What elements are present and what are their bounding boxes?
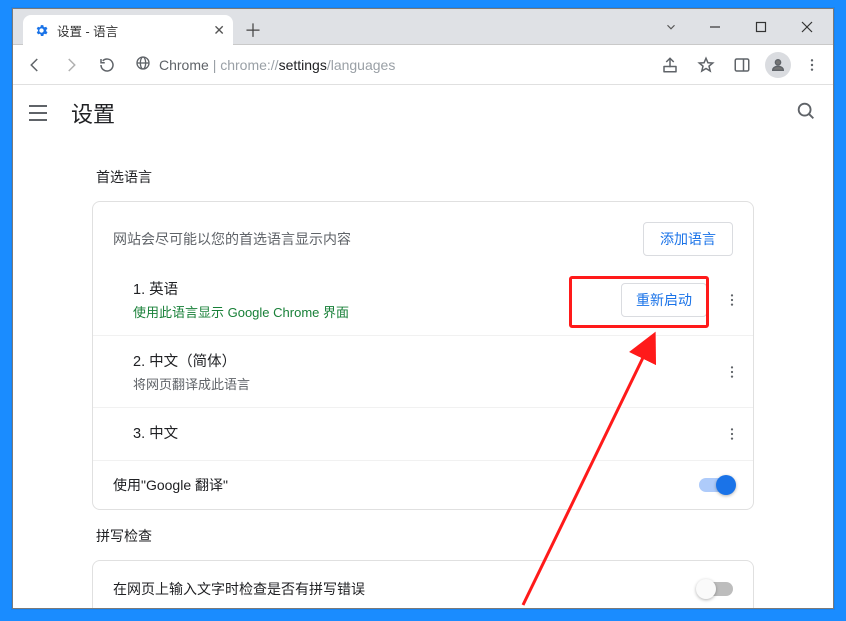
browser-window: 设置 - 语言 ✕ ＋ Chrome | chrome://settings/l… bbox=[12, 8, 834, 609]
forward-button[interactable] bbox=[55, 49, 87, 81]
window-controls bbox=[693, 9, 833, 44]
close-window-button[interactable] bbox=[785, 12, 829, 42]
browser-menu-button[interactable] bbox=[797, 57, 827, 73]
side-panel-button[interactable] bbox=[725, 49, 759, 81]
maximize-button[interactable] bbox=[739, 12, 783, 42]
new-tab-button[interactable]: ＋ bbox=[239, 16, 267, 44]
spell-check-toggle[interactable] bbox=[699, 582, 733, 596]
preferred-languages-heading: 首选语言 bbox=[92, 151, 754, 201]
browser-tab[interactable]: 设置 - 语言 ✕ bbox=[23, 15, 233, 45]
tab-close-icon[interactable]: ✕ bbox=[213, 23, 225, 37]
restart-button[interactable]: 重新启动 bbox=[621, 283, 707, 317]
language-row-zh: 3. 中文 bbox=[93, 407, 753, 460]
avatar-icon bbox=[765, 52, 791, 78]
site-info-icon[interactable] bbox=[135, 55, 151, 74]
add-language-button[interactable]: 添加语言 bbox=[643, 222, 733, 256]
preferred-languages-desc: 网站会尽可能以您的首选语言显示内容 bbox=[113, 229, 351, 249]
language-name: 1. 英语 bbox=[133, 278, 621, 299]
tab-search-button[interactable] bbox=[649, 9, 693, 44]
settings-content-scroll[interactable]: 设置 首选语言 网站会尽可能以您的首选语言显示内容 添加语言 bbox=[13, 85, 833, 608]
language-row-english: 1. 英语 使用此语言显示 Google Chrome 界面 重新启动 bbox=[93, 264, 753, 335]
spell-check-card: 在网页上输入文字时检查是否有拼写错误 bbox=[92, 560, 754, 608]
settings-gear-icon bbox=[33, 22, 49, 38]
url-prefix: chrome:// bbox=[220, 57, 278, 73]
settings-title: 设置 bbox=[71, 97, 115, 129]
settings-appbar: 设置 bbox=[13, 85, 833, 141]
google-translate-toggle[interactable] bbox=[699, 478, 733, 492]
language-subtext: 将网页翻译成此语言 bbox=[133, 374, 719, 393]
language-row-more-button[interactable] bbox=[719, 422, 745, 446]
profile-button[interactable] bbox=[761, 49, 795, 81]
toolbar: Chrome | chrome://settings/languages bbox=[13, 45, 833, 85]
language-name: 2. 中文（简体） bbox=[133, 350, 719, 371]
url-scheme: Chrome bbox=[159, 57, 209, 73]
spell-check-heading: 拼写检查 bbox=[92, 510, 754, 560]
menu-button[interactable] bbox=[29, 101, 53, 125]
tab-title: 设置 - 语言 bbox=[57, 21, 205, 40]
titlebar: 设置 - 语言 ✕ ＋ bbox=[13, 9, 833, 45]
reload-button[interactable] bbox=[91, 49, 123, 81]
minimize-button[interactable] bbox=[693, 12, 737, 42]
url-suffix: /languages bbox=[327, 57, 396, 73]
language-name: 3. 中文 bbox=[133, 422, 719, 443]
preferred-languages-card: 网站会尽可能以您的首选语言显示内容 添加语言 1. 英语 使用此语言显示 Goo… bbox=[92, 201, 754, 510]
language-row-more-button[interactable] bbox=[719, 350, 745, 393]
spell-check-label: 在网页上输入文字时检查是否有拼写错误 bbox=[113, 579, 365, 599]
address-bar[interactable]: Chrome | chrome://settings/languages bbox=[127, 50, 645, 80]
language-row-zh-cn: 2. 中文（简体） 将网页翻译成此语言 bbox=[93, 335, 753, 407]
bookmark-star-button[interactable] bbox=[689, 49, 723, 81]
search-settings-button[interactable] bbox=[795, 100, 817, 127]
url-mid: settings bbox=[279, 57, 327, 73]
back-button[interactable] bbox=[19, 49, 51, 81]
google-translate-row: 使用"Google 翻译" bbox=[93, 460, 753, 505]
language-subtext: 使用此语言显示 Google Chrome 界面 bbox=[133, 302, 621, 321]
language-row-more-button[interactable] bbox=[719, 278, 745, 321]
share-button[interactable] bbox=[653, 49, 687, 81]
google-translate-label: 使用"Google 翻译" bbox=[113, 475, 228, 495]
